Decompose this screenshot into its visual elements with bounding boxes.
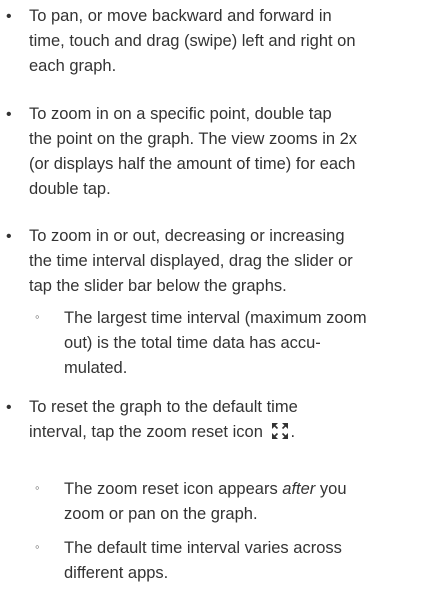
text-line: interval, tap the zoom reset icon . (29, 420, 298, 445)
text-line: time, touch and drag (swipe) left and ri… (29, 32, 356, 50)
text-fragment: The zoom reset icon appears (64, 480, 283, 498)
bullet-marker: • (6, 106, 12, 123)
text-line: To zoom in on a specific point, double t… (29, 105, 332, 123)
text-line: The largest time interval (maximum zoom (64, 309, 367, 327)
text-line: The default time interval varies across (64, 539, 342, 557)
sub-bullet-marker: ◦ (35, 539, 40, 554)
text-fragment: you (315, 480, 347, 498)
sub-list-item-text: The default time interval varies across … (64, 536, 342, 586)
emphasis-text: after (282, 480, 316, 498)
text-line: each graph. (29, 57, 117, 75)
list-item-text: To pan, or move backward and forward in … (29, 4, 356, 79)
list-item-text: To reset the graph to the default time i… (29, 395, 298, 445)
text-line: out) is the total time data has accu- (64, 334, 321, 352)
sub-list-item-text: The largest time interval (maximum zoom … (64, 306, 367, 381)
text-line: the time interval displayed, drag the sl… (29, 252, 353, 270)
bullet-marker: • (6, 399, 12, 416)
text-line: different apps. (64, 564, 169, 582)
text-line: tap the slider bar below the graphs. (29, 277, 287, 295)
sub-bullet-marker: ◦ (35, 309, 40, 324)
text-fragment: . (290, 423, 296, 441)
sub-bullet-marker: ◦ (35, 480, 40, 495)
text-line: To reset the graph to the default time (29, 398, 298, 416)
list-item-text: To zoom in on a specific point, double t… (29, 102, 357, 202)
text-line: (or displays half the amount of time) fo… (29, 155, 356, 173)
bullet-marker: • (6, 8, 12, 25)
bullet-marker: • (6, 228, 12, 245)
text-line: To zoom in or out, decreasing or increas… (29, 227, 345, 245)
zoom-reset-icon (272, 423, 289, 439)
text-line: The zoom reset icon appears after you (64, 477, 347, 502)
sub-list-item-text: The zoom reset icon appears after you zo… (64, 477, 347, 527)
text-line: zoom or pan on the graph. (64, 505, 258, 523)
list-item-text: To zoom in or out, decreasing or increas… (29, 224, 353, 299)
text-line: To pan, or move backward and forward in (29, 7, 332, 25)
help-document: • To pan, or move backward and forward i… (0, 0, 442, 590)
text-line: double tap. (29, 180, 111, 198)
text-fragment: interval, tap the zoom reset icon (29, 423, 263, 441)
text-line: the point on the graph. The view zooms i… (29, 130, 358, 148)
text-line: mulated. (64, 359, 128, 377)
